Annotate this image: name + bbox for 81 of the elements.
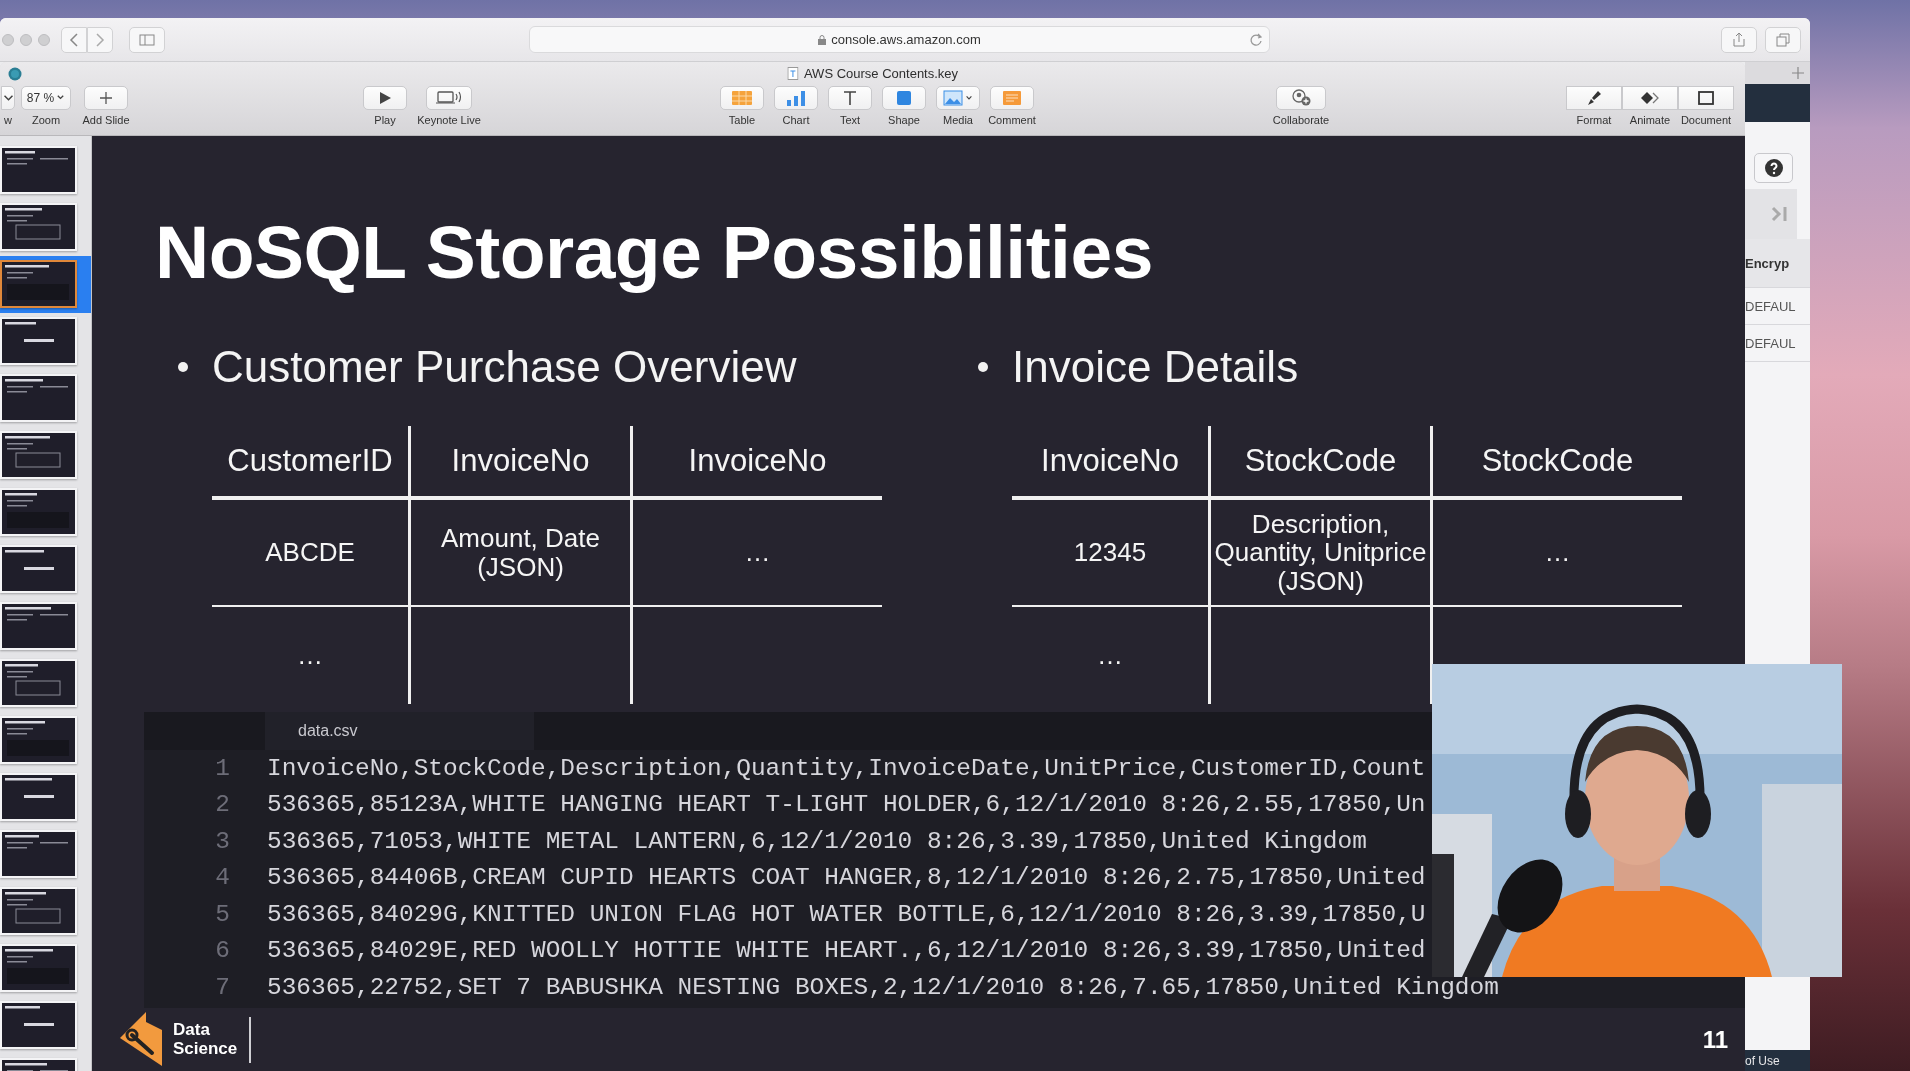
- sidebar-icon: [139, 33, 155, 46]
- toolbar-button[interactable]: Collaborate: [1266, 85, 1336, 126]
- person-plus-icon: [1290, 88, 1312, 107]
- column-header: CustomerID: [227, 443, 393, 479]
- table-cell: ABCDE: [265, 538, 355, 567]
- bullet-icon: [178, 362, 188, 372]
- forward-icon: [95, 32, 105, 47]
- code-line: 536365,84029G,KNITTED UNION FLAG HOT WATER BOTTLE,6,12/1/2010 8:26,3.39,17850,U: [267, 900, 1426, 928]
- bar-chart-icon: [786, 89, 806, 106]
- play-icon: [378, 90, 392, 105]
- toolbar-dropdown[interactable]: Media: [931, 85, 985, 126]
- logo-text: Data Science: [173, 1020, 239, 1059]
- slide-number: 11: [1702, 1025, 1728, 1054]
- image-icon: [943, 89, 963, 106]
- toolbar-button[interactable]: Play: [353, 85, 417, 126]
- table-cell: Description, Quantity, Unitprice (JSON): [1213, 509, 1428, 596]
- page-header: [1745, 84, 1810, 122]
- reload-icon[interactable]: [1249, 32, 1263, 47]
- line-number: 4: [214, 864, 230, 892]
- paintbrush-icon: [1585, 88, 1603, 107]
- lock-icon: [818, 34, 827, 45]
- help-button[interactable]: [1754, 153, 1793, 183]
- column-header: StockCode: [1481, 443, 1634, 479]
- table-cell: DEFAUL: [1745, 288, 1810, 325]
- help-icon: [1764, 159, 1783, 177]
- window-title: AWS Course Contents.key: [803, 66, 959, 82]
- column-header: InvoiceNo: [688, 443, 827, 479]
- table-icon: [731, 89, 753, 106]
- table-cell: …: [744, 538, 771, 567]
- bullet-text: Invoice Details: [1012, 342, 1299, 392]
- table-cell: …: [297, 641, 323, 670]
- chevron-icon: [3, 94, 13, 101]
- code-line: 536365,84406B,CREAM CUPID HEARTS COAT HANGER,8,12/1/2010 8:26,2.75,17850,United: [267, 864, 1426, 892]
- footer-link[interactable]: of Use: [1745, 1050, 1810, 1071]
- bullet-icon: [978, 362, 988, 372]
- file-tab[interactable]: data.csv: [265, 712, 534, 750]
- table-cell: …: [1544, 538, 1571, 567]
- diamond-icon: [1639, 90, 1661, 105]
- toolbar-button[interactable]: Shape: [877, 85, 931, 126]
- line-number: 3: [214, 827, 230, 855]
- square-icon: [895, 89, 913, 106]
- slide-title: NoSQL Storage Possibilities: [155, 209, 1154, 296]
- table-cell: DEFAUL: [1745, 325, 1810, 362]
- slide-thumbnail[interactable]: [0, 256, 91, 313]
- toolbar-button[interactable]: Keynote Live: [417, 85, 481, 126]
- line-number: 7: [214, 973, 230, 1001]
- table-cell: …: [1097, 641, 1123, 670]
- window-control-icon[interactable]: [8, 66, 22, 81]
- document-icon: [1698, 90, 1714, 105]
- line-number: 1: [214, 754, 230, 782]
- url-text: console.aws.amazon.com: [831, 32, 981, 47]
- document-icon: [786, 67, 798, 81]
- toolbar-button[interactable]: Text: [823, 85, 877, 126]
- share-icon: [1733, 32, 1745, 47]
- chevron-icon: [965, 93, 973, 102]
- line-number: 2: [214, 791, 230, 819]
- toolbar-button[interactable]: Comment: [985, 85, 1039, 126]
- code-line: 536365,22752,SET 7 BABUSHKA NESTING BOXES,2,12/1/2010 8:26,7.65,17850,United Kingdom: [267, 973, 1499, 1001]
- column-header: InvoiceNo: [451, 443, 590, 479]
- toolbar-button[interactable]: Add Slide: [76, 85, 136, 126]
- tabs-icon: [1776, 32, 1790, 47]
- line-number: 6: [214, 937, 230, 965]
- back-icon: [69, 32, 79, 47]
- code-line: 536365,84029E,RED WOOLLY HOTTIE WHITE HEART.,6,12/1/2010 8:26,3.39,17850,United: [267, 937, 1426, 965]
- table-cell: 12345: [1073, 538, 1147, 567]
- code-line: InvoiceNo,StockCode,Description,Quantity,InvoiceDate,UnitPrice,CustomerID,Count: [267, 754, 1426, 782]
- text-icon: [842, 89, 858, 106]
- bullet-text: Customer Purchase Overview: [212, 342, 797, 392]
- toolbar-button[interactable]: Table: [715, 85, 769, 126]
- line-number: 5: [214, 900, 230, 928]
- address-field[interactable]: console.aws.amazon.com: [529, 26, 1270, 53]
- plus-icon: [98, 89, 114, 106]
- column-header: InvoiceNo: [1041, 443, 1179, 479]
- note-icon: [1002, 89, 1022, 106]
- code-line: 536365,85123A,WHITE HANGING HEART T-LIGHT HOLDER,6,12/1/2010 8:26,2.55,17850,Un: [267, 791, 1426, 819]
- column-header: Encryp: [1745, 239, 1810, 288]
- column-header: StockCode: [1244, 443, 1397, 479]
- table-cell-text: Amount, Date (JSON): [440, 523, 601, 582]
- code-line: 536365,71053,WHITE METAL LANTERN,6,12/1/2010 8:26,3.39,17850,United Kingdom: [267, 827, 1367, 855]
- monitor-icon: [436, 89, 462, 106]
- toolbar-button[interactable]: Chart: [769, 85, 823, 126]
